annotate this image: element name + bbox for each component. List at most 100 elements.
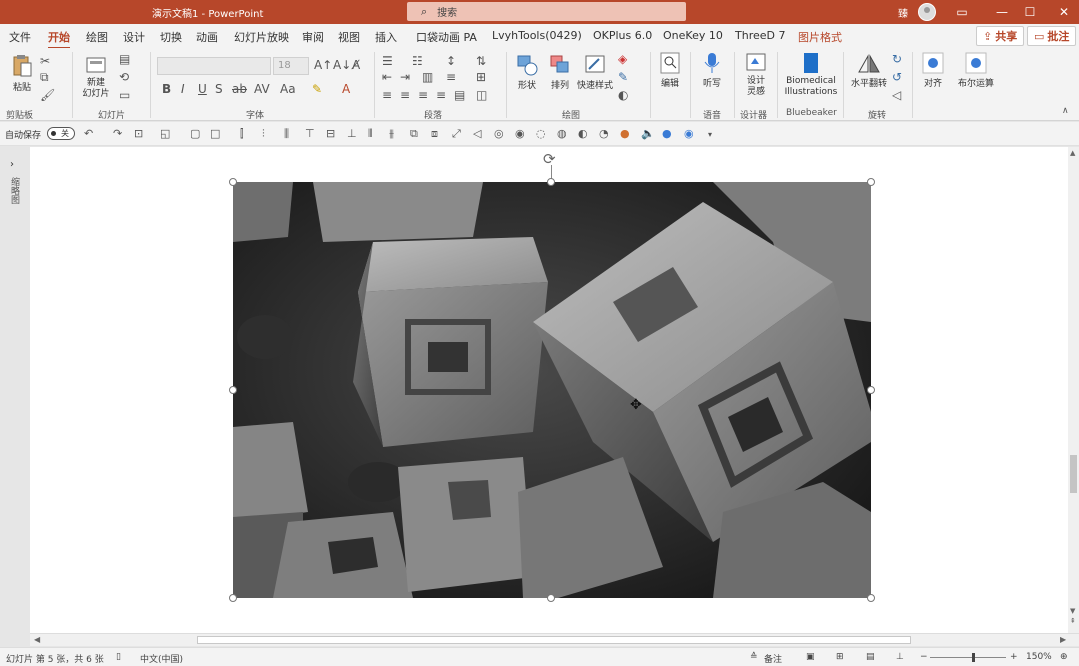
person-icon[interactable]: ● (662, 127, 672, 140)
resize-handle-top-right[interactable] (867, 178, 875, 186)
scroll-right-icon[interactable]: ▶ (1060, 635, 1066, 644)
decrease-indent-icon[interactable]: ⇤ (382, 70, 392, 84)
comments-button[interactable]: ▭ 批注 (1027, 26, 1077, 46)
language-indicator[interactable]: 中文(中国) (140, 652, 183, 665)
layout-icon[interactable]: ▤ (119, 52, 130, 66)
strikethrough-icon[interactable]: ab (232, 82, 247, 96)
bullets-icon[interactable]: ☰ (382, 54, 393, 68)
align-text-icon[interactable]: ≡ (446, 70, 456, 84)
resize-handle-bottom-right[interactable] (867, 594, 875, 602)
zoom-in-icon[interactable]: + (1010, 652, 1018, 662)
connector-icon[interactable]: ⤢ (452, 127, 461, 141)
quick-styles-button[interactable]: 快速样式 (575, 54, 615, 91)
slideshow-icon[interactable]: ⊥ (896, 652, 904, 662)
change-case-icon[interactable]: Aa (280, 82, 296, 96)
align-top-objects-icon[interactable]: ⊤ (305, 127, 315, 140)
distribute-h-icon[interactable]: ⫴ (368, 127, 373, 141)
line-spacing-icon[interactable]: ↕ (446, 54, 456, 68)
shape-icon[interactable]: ◱ (160, 127, 170, 140)
notes-button[interactable]: 备注 (764, 652, 782, 665)
slide-canvas[interactable]: ⟳ ✥ (30, 147, 1068, 633)
paragraph-shade-icon[interactable]: ◫ (476, 88, 487, 102)
justify-icon[interactable]: ≡ (436, 88, 446, 102)
zoom-slider-thumb[interactable] (972, 653, 975, 662)
resize-handle-top-left[interactable] (229, 178, 237, 186)
new-slide-button[interactable]: 新建 幻灯片 (80, 54, 112, 100)
align-right-objects-icon[interactable]: ⫼ (284, 127, 289, 141)
align-center-icon[interactable]: ≡ (400, 88, 410, 102)
align-left-icon[interactable]: ≡ (382, 88, 392, 102)
copy-icon[interactable]: ⧉ (40, 70, 49, 85)
shapes-button[interactable]: 形状 (512, 54, 542, 91)
rotate-handle-icon[interactable]: ⟳ (543, 150, 556, 168)
ungroup-icon[interactable]: ⧈ (431, 127, 438, 141)
eye-icon[interactable]: ◔ (599, 127, 609, 140)
resize-handle-top[interactable] (547, 178, 555, 186)
distribute-v-icon[interactable]: ⫵ (389, 127, 394, 141)
tab-home[interactable]: 开始 (48, 29, 70, 49)
maximize-button[interactable]: ☐ (1018, 3, 1042, 21)
normal-view-icon[interactable]: ▣ (806, 652, 815, 662)
font-color-icon[interactable]: A (342, 82, 350, 96)
clear-format-icon[interactable]: A̸ (352, 58, 360, 72)
search-box[interactable]: ⌕ 搜索 (407, 2, 686, 21)
textbox-icon[interactable]: ⊡ (134, 127, 143, 140)
expand-thumbnails-icon[interactable]: › (10, 159, 14, 170)
align-bottom-objects-icon[interactable]: ⊥ (347, 127, 357, 140)
tab-review[interactable]: 审阅 (302, 29, 324, 45)
audio-icon[interactable]: 🔈 (641, 127, 655, 140)
subtract-icon[interactable]: ◐ (578, 127, 588, 140)
color-wheel-icon[interactable]: ● (620, 127, 630, 140)
resize-handle-bottom-left[interactable] (229, 594, 237, 602)
numbering-icon[interactable]: ☷ (412, 54, 423, 68)
fragment-icon[interactable]: ◌ (536, 127, 546, 140)
slide-sorter-icon[interactable]: ⊞ (836, 652, 844, 662)
tab-animations[interactable]: 动画 (196, 29, 218, 45)
highlight-icon[interactable]: ✎ (312, 82, 322, 96)
tab-view[interactable]: 视图 (338, 29, 360, 45)
tab-pocket-animation[interactable]: 口袋动画 PA (416, 29, 477, 45)
zoom-level[interactable]: 150% (1026, 652, 1052, 662)
flip-horizontal-button[interactable]: 水平翻转 (849, 54, 889, 89)
shape-effects-icon[interactable]: ◐ (618, 88, 628, 102)
spacing-icon[interactable]: AV (254, 82, 270, 96)
align-center-objects-icon[interactable]: ⫶ (262, 127, 265, 141)
reset-icon[interactable]: ⟲ (119, 70, 129, 84)
close-button[interactable]: ✕ (1052, 3, 1076, 21)
minimize-button[interactable]: — (990, 3, 1014, 21)
customize-qat-icon[interactable]: ▾ (708, 130, 712, 139)
underline-icon[interactable]: U (198, 82, 207, 96)
rectangle-icon[interactable]: □ (210, 127, 220, 140)
zoom-slider[interactable] (930, 657, 1006, 658)
resize-handle-right[interactable] (867, 386, 875, 394)
collapse-ribbon-icon[interactable]: ∧ (1062, 106, 1069, 116)
tab-okplus[interactable]: OKPlus 6.0 (593, 29, 652, 42)
section-icon[interactable]: ▭ (119, 88, 130, 102)
notes-icon[interactable]: ≙ (750, 652, 758, 662)
increase-font-icon[interactable]: A↑ (314, 58, 332, 72)
scroll-up-icon[interactable]: ▲ (1070, 149, 1075, 157)
tab-picture-format[interactable]: 图片格式 (798, 29, 842, 45)
arrange-button[interactable]: 排列 (545, 54, 575, 91)
ribbon-display-icon[interactable]: ▭ (950, 3, 974, 21)
user-name[interactable]: 臻 (898, 5, 908, 20)
shape-fill-icon[interactable]: ◈ (618, 52, 627, 66)
accessibility-icon[interactable]: ▯ (116, 652, 121, 662)
zoom-out-icon[interactable]: − (920, 652, 928, 662)
font-size-box[interactable]: 18 (273, 57, 309, 75)
text-direction-icon[interactable]: ⇅ (476, 54, 486, 68)
italic-icon[interactable]: I (181, 82, 185, 96)
rounded-rect-icon[interactable]: ▢ (190, 127, 200, 140)
font-name-box[interactable] (157, 57, 271, 75)
tab-transitions[interactable]: 切换 (160, 29, 182, 45)
flip-vertical-icon[interactable]: ◁ (892, 88, 901, 102)
tab-threed[interactable]: ThreeD 7 (735, 29, 785, 42)
align-right-icon[interactable]: ≡ (418, 88, 428, 102)
align-button[interactable]: 对齐 (918, 52, 948, 89)
shape-outline-icon[interactable]: ✎ (618, 70, 628, 84)
vertical-scroll-thumb[interactable] (1070, 455, 1077, 493)
bold-icon[interactable]: B (162, 82, 171, 96)
horizontal-scrollbar[interactable]: ◀ ▶ (30, 633, 1079, 646)
increase-indent-icon[interactable]: ⇥ (400, 70, 410, 84)
shadow-icon[interactable]: S (215, 82, 223, 96)
